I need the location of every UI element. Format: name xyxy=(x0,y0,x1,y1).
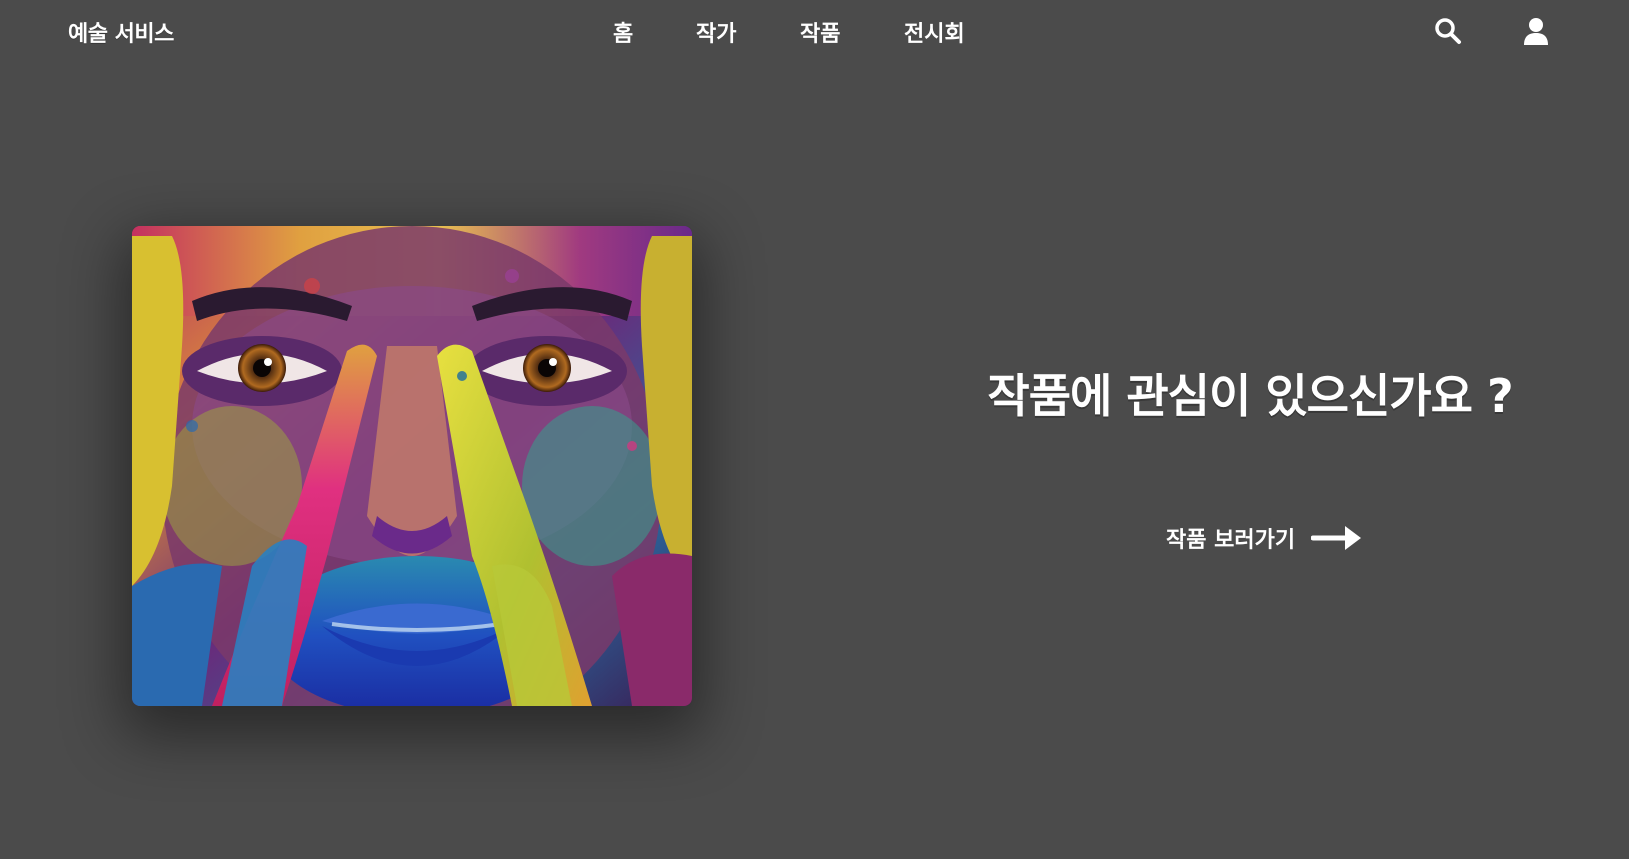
nav-item-artist[interactable]: 작가 xyxy=(696,16,736,48)
user-icon xyxy=(1524,18,1548,45)
nav-item-works[interactable]: 작품 xyxy=(800,16,840,48)
search-icon xyxy=(1435,18,1461,44)
painted-face-illustration xyxy=(132,226,692,706)
arrow-right-icon xyxy=(1311,526,1362,550)
featured-artwork-image[interactable] xyxy=(132,226,692,706)
view-works-button[interactable]: 작품 보러가기 xyxy=(1166,520,1363,556)
nav-item-exhibition[interactable]: 전시회 xyxy=(904,16,965,48)
search-button[interactable] xyxy=(1433,16,1463,46)
hero-title: 작품에 관심이 있으신가요 ? xyxy=(987,369,1513,423)
page: 예술 서비스 홈 작가 작품 전시회 작품에 관심이 있으신가요 ? 작품 보러… xyxy=(0,0,1629,859)
main-nav: 홈 작가 작품 전시회 xyxy=(0,16,1629,48)
site-header: 예술 서비스 홈 작가 작품 전시회 xyxy=(0,0,1629,64)
nav-item-home[interactable]: 홈 xyxy=(613,16,633,48)
user-button[interactable] xyxy=(1521,16,1551,46)
view-works-label: 작품 보러가기 xyxy=(1166,528,1296,553)
